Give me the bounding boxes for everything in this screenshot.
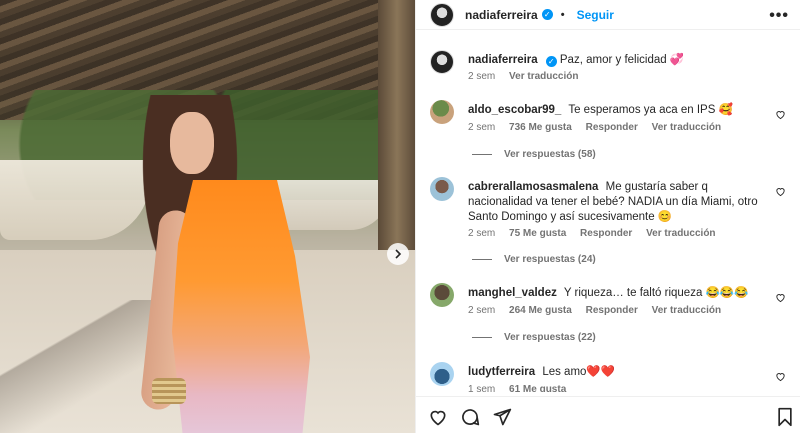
post-actions-bar	[416, 396, 800, 433]
see-translation-link[interactable]: Ver traducción	[652, 305, 721, 316]
photo-bangles	[152, 378, 186, 404]
heart-icon[interactable]	[775, 186, 786, 197]
comment-meta: 1 sem 61 Me gusta	[468, 384, 577, 392]
comment-button[interactable]	[460, 407, 480, 427]
replies-line	[472, 154, 492, 155]
caption-meta: 2 sem Ver traducción	[468, 71, 589, 82]
comment-time[interactable]: 2 sem	[468, 122, 495, 133]
comment-time[interactable]: 1 sem	[468, 384, 495, 392]
comment-meta: 2 sem 736 Me gusta Responder Ver traducc…	[468, 122, 732, 133]
author-avatar[interactable]	[430, 2, 454, 27]
comment-body: ludytferreira Les amo❤️❤️	[468, 365, 773, 380]
heart-icon[interactable]	[775, 292, 786, 303]
post-details-panel: nadiaferreira ✓ • Seguir ••• nadiaferrei…	[415, 0, 800, 433]
comment-text: Les amo❤️❤️	[542, 366, 616, 378]
comment-text: Y riqueza… te faltó riqueza 😂😂😂	[563, 287, 749, 299]
header-separator: •	[560, 8, 565, 21]
post-photo	[0, 0, 415, 433]
author-username[interactable]: nadiaferreira	[465, 8, 538, 22]
photo-hammock-left	[0, 160, 150, 240]
verified-badge-icon: ✓	[541, 9, 553, 20]
share-button[interactable]	[492, 407, 512, 427]
view-replies-label[interactable]: Ver respuestas (58)	[504, 149, 596, 160]
commenter-avatar[interactable]	[430, 283, 454, 307]
reply-button[interactable]: Responder	[586, 122, 638, 133]
comment-likes[interactable]: 264 Me gusta	[509, 305, 572, 316]
comment-text: Te esperamos ya aca en IPS 🥰	[568, 104, 733, 116]
caption-time[interactable]: 2 sem	[468, 71, 495, 82]
commenter-avatar[interactable]	[430, 100, 454, 124]
comments-list: nadiaferreira ✓ Paz, amor y felicidad 💞 2…	[416, 42, 800, 392]
comment-username[interactable]: manghel_valdez	[468, 287, 557, 299]
photo-face	[170, 112, 214, 174]
bookmark-icon	[778, 407, 792, 427]
heart-icon[interactable]	[775, 371, 786, 382]
replies-line	[472, 337, 492, 338]
author-avatar[interactable]	[430, 50, 454, 74]
comment-body: cabrerallamosasmalena Me gustaría saber …	[468, 180, 773, 225]
verified-badge-icon: ✓	[545, 56, 557, 67]
comment-likes[interactable]: 75 Me gusta	[509, 228, 566, 239]
caption-text: Paz, amor y felicidad 💞	[559, 54, 685, 66]
comment-body: aldo_escobar99_ Te esperamos ya aca en I…	[468, 103, 773, 118]
see-translation-link[interactable]: Ver traducción	[646, 228, 715, 239]
comment-body: manghel_valdez Y riqueza… te faltó rique…	[468, 286, 773, 301]
like-button[interactable]	[428, 407, 448, 427]
follow-button[interactable]: Seguir	[577, 8, 614, 22]
commenter-avatar[interactable]	[430, 177, 454, 201]
commenter-avatar[interactable]	[430, 362, 454, 386]
chevron-right-icon	[395, 249, 402, 259]
save-button[interactable]	[775, 407, 795, 427]
comment-likes[interactable]: 61 Me gusta	[509, 384, 566, 392]
comment-username[interactable]: aldo_escobar99_	[468, 104, 561, 116]
caption-username[interactable]: nadiaferreira	[468, 54, 538, 66]
comment-icon	[462, 409, 480, 426]
heart-icon	[430, 410, 446, 426]
comment-meta: 2 sem 264 Me gusta Responder Ver traducc…	[468, 305, 732, 316]
comment-username[interactable]: ludytferreira	[468, 366, 535, 378]
view-replies-button[interactable]: Ver respuestas (22)	[472, 332, 596, 343]
view-replies-button[interactable]: Ver respuestas (24)	[472, 254, 596, 265]
comment-meta: 2 sem 75 Me gusta Responder Ver traducci…	[468, 228, 727, 239]
comment-time[interactable]: 2 sem	[468, 228, 495, 239]
reply-button[interactable]: Responder	[580, 228, 632, 239]
comment-likes[interactable]: 736 Me gusta	[509, 122, 572, 133]
see-translation-link[interactable]: Ver traducción	[652, 122, 721, 133]
view-replies-label[interactable]: Ver respuestas (24)	[504, 254, 596, 265]
replies-line	[472, 259, 492, 260]
send-icon	[493, 408, 512, 426]
post-header: nadiaferreira ✓ • Seguir •••	[416, 0, 800, 30]
comment-username[interactable]: cabrerallamosasmalena	[468, 181, 598, 193]
comment-time[interactable]: 2 sem	[468, 305, 495, 316]
view-replies-label[interactable]: Ver respuestas (22)	[504, 332, 596, 343]
see-translation-link[interactable]: Ver traducción	[509, 71, 578, 82]
more-options-button[interactable]: •••	[769, 7, 789, 25]
reply-button[interactable]: Responder	[586, 305, 638, 316]
heart-icon[interactable]	[775, 109, 786, 120]
next-photo-button[interactable]	[387, 243, 409, 265]
caption-body: nadiaferreira ✓ Paz, amor y felicidad 💞	[468, 53, 773, 68]
view-replies-button[interactable]: Ver respuestas (58)	[472, 149, 596, 160]
